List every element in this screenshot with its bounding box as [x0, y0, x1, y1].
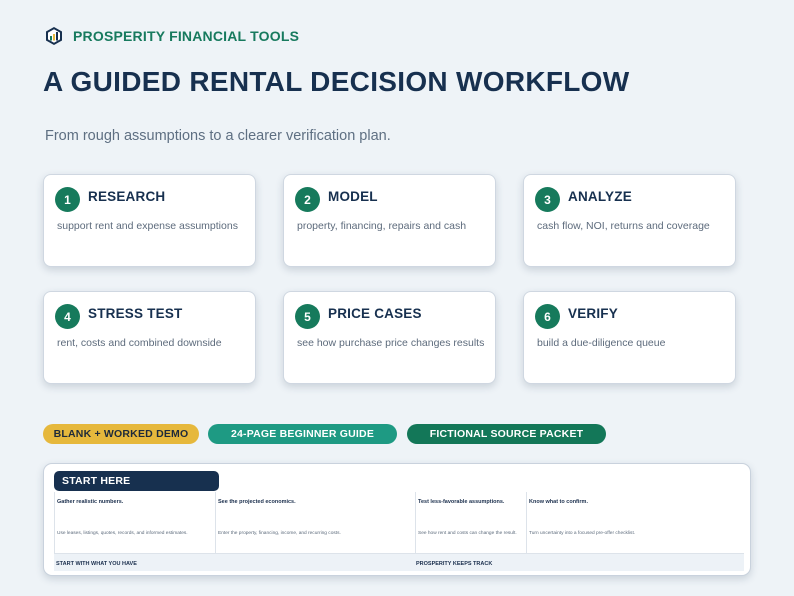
column-heading: Test less-favorable assumptions.	[418, 499, 505, 505]
step-title: VERIFY	[568, 306, 618, 321]
pill-blank-worked-demo: BLANK + WORKED DEMO	[43, 424, 199, 444]
step-number-badge: 6	[535, 304, 560, 329]
step-card-analyze: 3 ANALYZE cash flow, NOI, returns and co…	[523, 174, 736, 267]
step-number-badge: 3	[535, 187, 560, 212]
column-body: Use leases, listings, quotes, records, a…	[57, 531, 188, 536]
step-description: support rent and expense assumptions	[57, 220, 238, 232]
step-description: build a due-diligence queue	[537, 337, 666, 349]
column-heading: See the projected economics.	[218, 499, 296, 505]
step-title: PRICE CASES	[328, 306, 422, 321]
column-heading: Know what to confirm.	[529, 499, 588, 505]
column-body: Enter the property, financing, income, a…	[218, 531, 341, 536]
step-description: property, financing, repairs and cash	[297, 220, 467, 232]
step-card-research: 1 RESEARCH support rent and expense assu…	[43, 174, 256, 267]
step-card-model: 2 MODEL property, financing, repairs and…	[283, 174, 496, 267]
step-title: RESEARCH	[88, 189, 166, 204]
sheet-column-stress-test: Test less-favorable assumptions. See how…	[415, 492, 526, 553]
step-card-stress-test: 4 STRESS TEST rent, costs and combined d…	[43, 291, 256, 384]
footer-label-left: START WITH WHAT YOU HAVE	[56, 561, 137, 567]
sheet-column-model: See the projected economics. Enter the p…	[215, 492, 415, 553]
page-title: A GUIDED RENTAL DECISION WORKFLOW	[43, 66, 630, 97]
column-body: Turn uncertainty into a focused pre-offe…	[529, 531, 636, 536]
step-description: cash flow, NOI, returns and coverage	[537, 220, 710, 232]
step-card-verify: 6 VERIFY build a due-diligence queue	[523, 291, 736, 384]
step-description: rent, costs and combined downside	[57, 337, 222, 349]
brand-header: PROSPERITY FINANCIAL TOOLS	[44, 26, 299, 46]
step-number-badge: 1	[55, 187, 80, 212]
sheet-footer-bar: START WITH WHAT YOU HAVE PROSPERITY KEEP…	[54, 553, 744, 571]
start-here-sheet-preview: START HERE Gather realistic numbers. Use…	[43, 463, 751, 576]
step-title: MODEL	[328, 189, 378, 204]
step-number-badge: 5	[295, 304, 320, 329]
step-description: see how purchase price changes results	[297, 337, 485, 349]
pill-beginner-guide: 24-PAGE BEGINNER GUIDE	[208, 424, 397, 444]
sheet-column-research: Gather realistic numbers. Use leases, li…	[54, 492, 215, 553]
column-body: See how rent and costs can change the re…	[418, 531, 517, 536]
bar-chart-hexagon-icon	[46, 27, 62, 45]
page-subtitle: From rough assumptions to a clearer veri…	[45, 128, 391, 144]
column-heading: Gather realistic numbers.	[57, 499, 124, 505]
step-number-badge: 4	[55, 304, 80, 329]
step-title: STRESS TEST	[88, 306, 183, 321]
sheet-column-verify: Know what to confirm. Turn uncertainty i…	[526, 492, 744, 553]
start-here-tab: START HERE	[54, 471, 219, 491]
step-number-badge: 2	[295, 187, 320, 212]
step-title: ANALYZE	[568, 189, 632, 204]
footer-label-right: PROSPERITY KEEPS TRACK	[416, 561, 493, 567]
step-card-price-cases: 5 PRICE CASES see how purchase price cha…	[283, 291, 496, 384]
brand-name: PROSPERITY FINANCIAL TOOLS	[73, 28, 300, 44]
pill-source-packet: FICTIONAL SOURCE PACKET	[407, 424, 606, 444]
